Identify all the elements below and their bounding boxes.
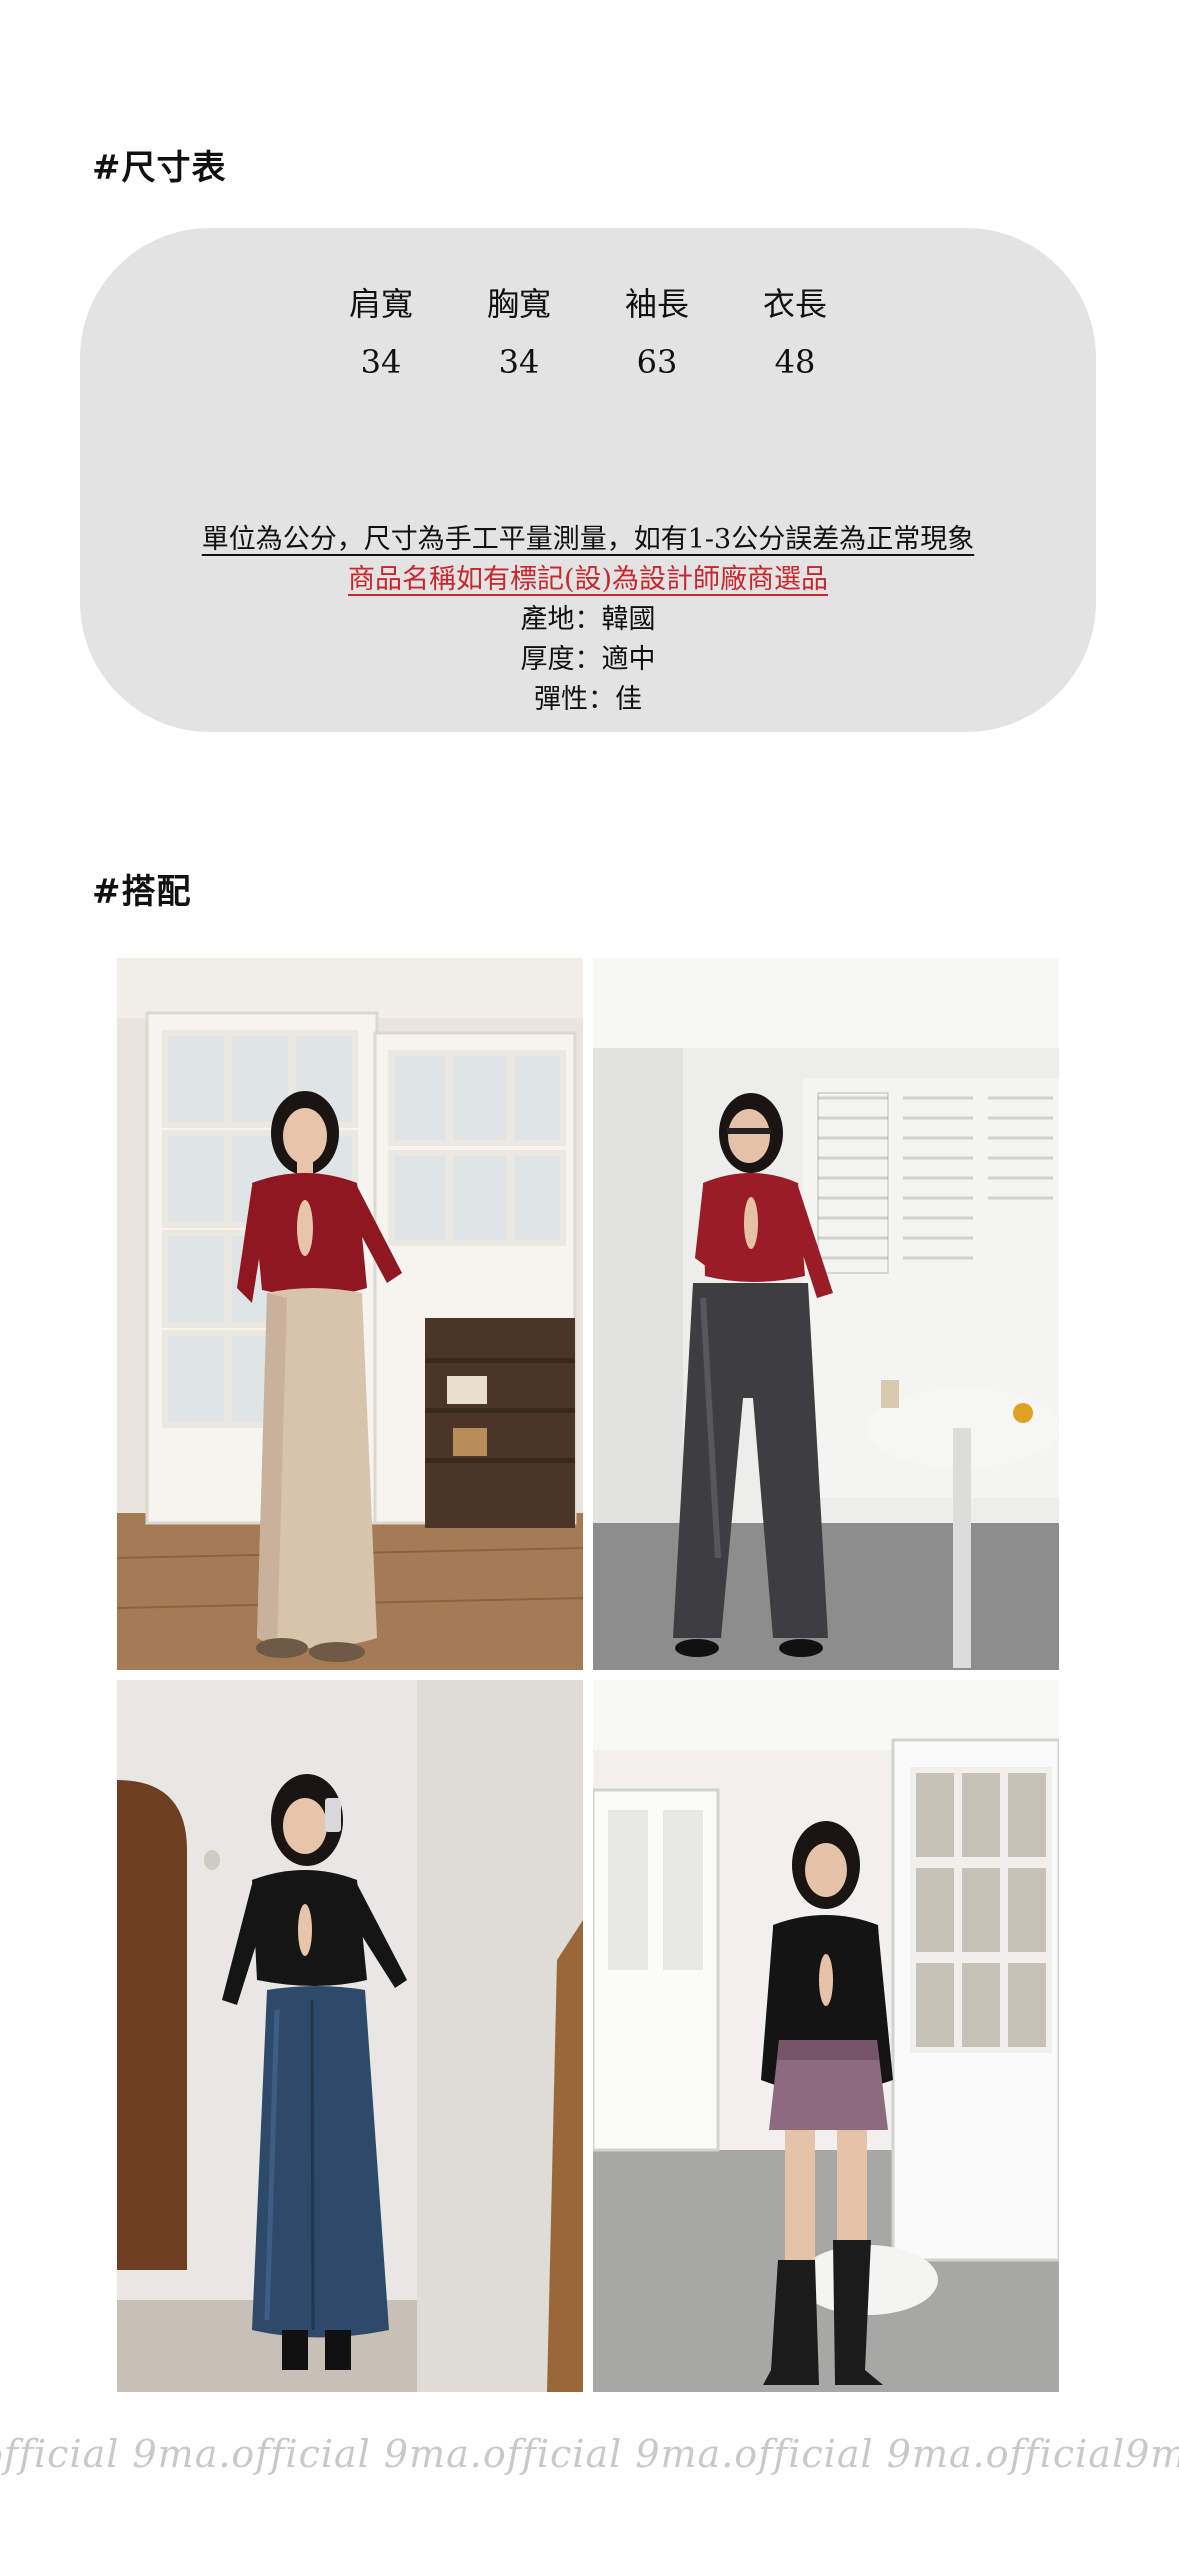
elasticity-note: 彈性：佳 bbox=[534, 684, 642, 715]
size-value-length: 48 bbox=[774, 343, 816, 381]
size-notes: 單位為公分，尺寸為手工平量測量，如有1-3公分誤差為正常現象 商品名稱如有標記(… bbox=[80, 520, 1096, 720]
size-value-chest: 34 bbox=[498, 343, 540, 381]
size-column-shoulder: 肩寬 34 bbox=[312, 282, 450, 384]
outfit-heading: #搭配 bbox=[92, 872, 192, 912]
size-label-length: 衣長 bbox=[762, 285, 827, 323]
size-column-sleeve: 袖長 63 bbox=[588, 282, 726, 384]
designer-note: 商品名稱如有標記(設)為設計師廠商選品 bbox=[80, 560, 1096, 600]
outfit-photo-2 bbox=[593, 958, 1059, 1670]
brand-watermark: official 9ma.official 9ma.official 9ma.o… bbox=[0, 2432, 1179, 2476]
size-label-shoulder: 肩寬 bbox=[348, 285, 413, 323]
size-label-chest: 胸寬 bbox=[486, 285, 551, 323]
measurement-note-text: 單位為公分，尺寸為手工平量測量，如有1-3公分誤差為正常現象 bbox=[201, 524, 975, 555]
measurement-note: 單位為公分，尺寸為手工平量測量，如有1-3公分誤差為正常現象 bbox=[80, 520, 1096, 560]
size-column-length: 衣長 48 bbox=[726, 282, 864, 384]
size-table: 肩寬 34 胸寬 34 袖長 63 衣長 48 bbox=[80, 282, 1096, 384]
outfit-photo-1 bbox=[117, 958, 583, 1670]
size-chart-heading: #尺寸表 bbox=[92, 148, 227, 188]
size-column-chest: 胸寬 34 bbox=[450, 282, 588, 384]
size-label-sleeve: 袖長 bbox=[624, 285, 689, 323]
origin-note: 產地：韓國 bbox=[520, 604, 656, 635]
size-value-shoulder: 34 bbox=[360, 343, 402, 381]
outfit-photo-3 bbox=[117, 1680, 583, 2392]
designer-note-text: 商品名稱如有標記(設)為設計師廠商選品 bbox=[347, 564, 829, 595]
outfit-photo-4 bbox=[593, 1680, 1059, 2392]
thickness-note: 厚度：適中 bbox=[520, 644, 656, 675]
size-value-sleeve: 63 bbox=[636, 343, 678, 381]
size-chart-card: 肩寬 34 胸寬 34 袖長 63 衣長 48 單位為公分，尺寸為手工平量測量，… bbox=[80, 228, 1096, 732]
